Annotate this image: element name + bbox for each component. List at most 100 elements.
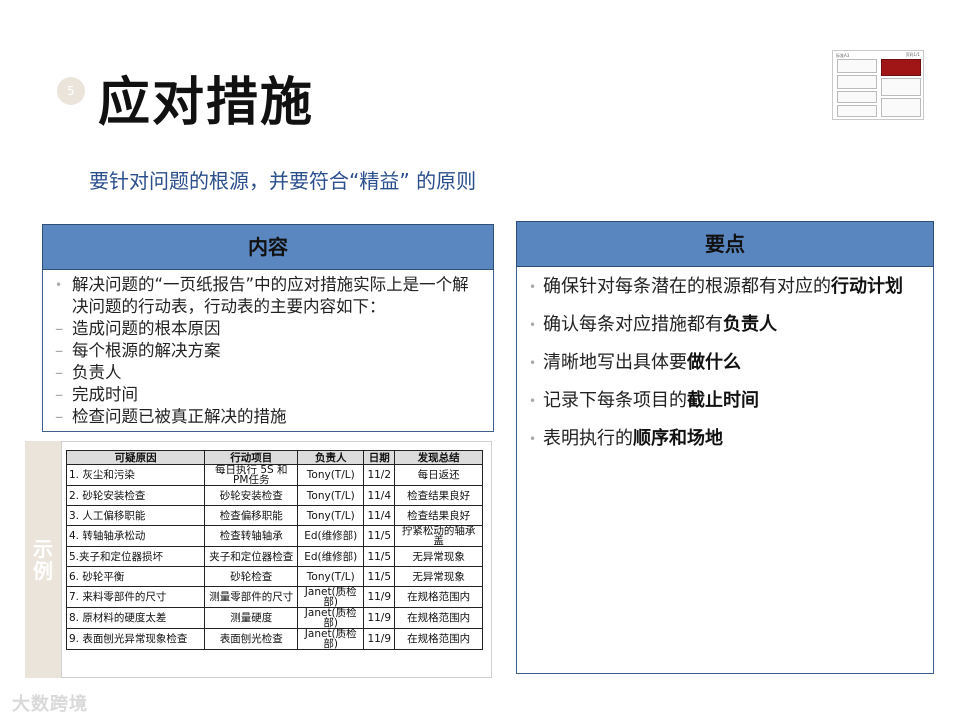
table-cell: 测量硬度 [204, 607, 299, 629]
column-header: 可疑原因 [65, 450, 206, 465]
column-header: 发现总结 [394, 450, 483, 465]
list-item-text: 造成问题的根本原因 [72, 319, 221, 338]
list-item-text: 负责人 [72, 363, 122, 382]
column-header: 日期 [363, 450, 396, 465]
bullet-dot-icon: • [55, 278, 63, 292]
key-point-text: 确保针对每条潜在的根源都有对应的 [543, 276, 831, 297]
dash-icon: – [55, 319, 64, 338]
table-cell: 在规格范围内 [394, 628, 483, 650]
page-title: 应对措施 [98, 73, 315, 133]
table-cell: 8. 原材料的硬度太差 [65, 607, 206, 629]
table-cell: Janet(质检部) [297, 586, 365, 608]
thumbnail-page: 页码1/1 [905, 52, 920, 57]
table-cell: 无异常现象 [394, 566, 483, 587]
content-panel-body: • 解决问题的“一页纸报告”中的应对措施实际上是一个解决问题的行动表，行动表的主… [42, 270, 494, 432]
list-item: – 造成问题的根本原因 [55, 318, 483, 340]
key-point-emphasis: 做什么 [687, 352, 741, 373]
table-cell: Ed(维修部) [297, 525, 365, 547]
key-point-text: 确认每条对应措施都有 [543, 314, 723, 335]
key-point-text: 清晰地写出具体要 [543, 352, 687, 373]
column-header: 行动项目 [204, 450, 299, 465]
table-row: 2. 砂轮安装检查 砂轮安装检查 Tony(T/L) 11/4 检查结果良好 [65, 485, 483, 506]
table-cell: 6. 砂轮平衡 [65, 566, 206, 587]
key-points-header: 要点 [516, 221, 934, 267]
thumbnail-highlight-box [881, 59, 921, 76]
table-cell: 每日返还 [394, 464, 483, 486]
thumbnail-box [881, 98, 921, 117]
dash-icon: – [55, 385, 64, 404]
table-cell: 4. 转轴轴承松动 [65, 525, 206, 547]
table-cell: 检查结果良好 [394, 505, 483, 526]
table-row: 4. 转轴轴承松动 检查转轴轴承 Ed(维修部) 11/5 拧紧松动的轴承盖 [65, 525, 483, 547]
table-cell: 砂轮检查 [204, 566, 299, 587]
dash-icon: – [55, 341, 64, 360]
table-cell: 11/9 [363, 586, 396, 608]
table-cell: 检查转轴轴承 [204, 525, 299, 547]
thumbnail-box [837, 59, 877, 73]
bullet-dot-icon: • [529, 394, 537, 408]
key-point-emphasis: 行动计划 [831, 276, 903, 297]
table-cell: Tony(T/L) [297, 505, 365, 526]
table-cell: 11/4 [363, 485, 396, 506]
example-side-label: 示 例 [25, 441, 61, 678]
table-cell: 检查偏移职能 [204, 505, 299, 526]
key-point-emphasis: 负责人 [723, 314, 777, 335]
table-cell: Tony(T/L) [297, 566, 365, 587]
table-cell: 表面刨光检查 [204, 628, 299, 650]
table-cell: 11/9 [363, 628, 396, 650]
dash-icon: – [55, 363, 64, 382]
key-point: • 确保针对每条潜在的根源都有对应的行动计划 [529, 275, 921, 299]
table-cell: Tony(T/L) [297, 464, 365, 486]
bullet-dot-icon: • [529, 318, 537, 332]
watermark-logo: 大数跨境 [12, 694, 88, 715]
action-table: 可疑原因 行动项目 负责人 日期 发现总结 1. 灰尘和污染 每日执行 5S 和P… [65, 450, 483, 650]
table-cell: Tony(T/L) [297, 485, 365, 506]
table-cell: 11/5 [363, 566, 396, 587]
table-cell: 11/4 [363, 505, 396, 526]
table-cell: 每日执行 5S 和PM任务 [204, 464, 299, 486]
bullet-dot-icon: • [529, 432, 537, 446]
table-row: 3. 人工偏移职能 检查偏移职能 Tony(T/L) 11/4 检查结果良好 [65, 505, 483, 526]
table-cell: 3. 人工偏移职能 [65, 505, 206, 526]
content-panel-header: 内容 [42, 224, 494, 270]
table-cell: Janet(质检部) [297, 628, 365, 650]
table-cell: 1. 灰尘和污染 [65, 464, 206, 486]
thumbnail-box [881, 78, 921, 96]
table-cell: 检查结果良好 [394, 485, 483, 506]
list-item: – 每个根源的解决方案 [55, 340, 483, 362]
list-item-text: 检查问题已被真正解决的措施 [72, 407, 287, 426]
key-point: • 记录下每条项目的截止时间 [529, 389, 921, 413]
table-cell: 在规格范围内 [394, 586, 483, 608]
content-intro: • 解决问题的“一页纸报告”中的应对措施实际上是一个解决问题的行动表，行动表的主… [55, 274, 483, 318]
key-point-emphasis: 截止时间 [687, 390, 759, 411]
table-row: 6. 砂轮平衡 砂轮检查 Tony(T/L) 11/5 无异常现象 [65, 566, 483, 587]
example-table-frame: 可疑原因 行动项目 负责人 日期 发现总结 1. 灰尘和污染 每日执行 5S 和P… [61, 441, 492, 678]
key-point: • 确认每条对应措施都有负责人 [529, 313, 921, 337]
column-header: 负责人 [297, 450, 365, 465]
list-item: – 检查问题已被真正解决的措施 [55, 406, 483, 428]
table-cell: 砂轮安装检查 [204, 485, 299, 506]
table-row: 8. 原材料的硬度太差 测量硬度 Janet(质检部) 11/9 在规格范围内 [65, 607, 483, 629]
key-points-body: • 确保针对每条潜在的根源都有对应的行动计划 • 确认每条对应措施都有负责人 • 清晰… [516, 267, 934, 674]
list-item: – 负责人 [55, 362, 483, 384]
table-cell: Janet(质检部) [297, 607, 365, 629]
example-label-char: 示 [33, 536, 53, 561]
table-cell: Ed(维修部) [297, 546, 365, 567]
key-point: • 清晰地写出具体要做什么 [529, 351, 921, 375]
key-point: • 表明执行的顺序和场地 [529, 427, 921, 451]
list-item-text: 完成时间 [72, 385, 138, 404]
table-row: 7. 来料零部件的尺寸 测量零部件的尺寸 Janet(质检部) 11/9 在规格范围内 [65, 586, 483, 608]
table-cell: 7. 来料零部件的尺寸 [65, 586, 206, 608]
table-row: 9. 表面刨光异常现象检查 表面刨光检查 Janet(质检部) 11/9 在规格范围内 [65, 628, 483, 650]
example-label-char: 例 [33, 558, 53, 583]
list-item: – 完成时间 [55, 384, 483, 406]
table-cell: 2. 砂轮安装检查 [65, 485, 206, 506]
dash-icon: – [55, 407, 64, 426]
key-point-text: 记录下每条项目的 [543, 390, 687, 411]
table-cell: 夹子和定位器检查 [204, 546, 299, 567]
table-cell: 11/5 [363, 546, 396, 567]
table-cell: 无异常现象 [394, 546, 483, 567]
table-row: 5.夹子和定位器损坏 夹子和定位器检查 Ed(维修部) 11/5 无异常现象 [65, 546, 483, 567]
table-row: 1. 灰尘和污染 每日执行 5S 和PM任务 Tony(T/L) 11/2 每日返还 [65, 464, 483, 486]
table-cell: 在规格范围内 [394, 607, 483, 629]
